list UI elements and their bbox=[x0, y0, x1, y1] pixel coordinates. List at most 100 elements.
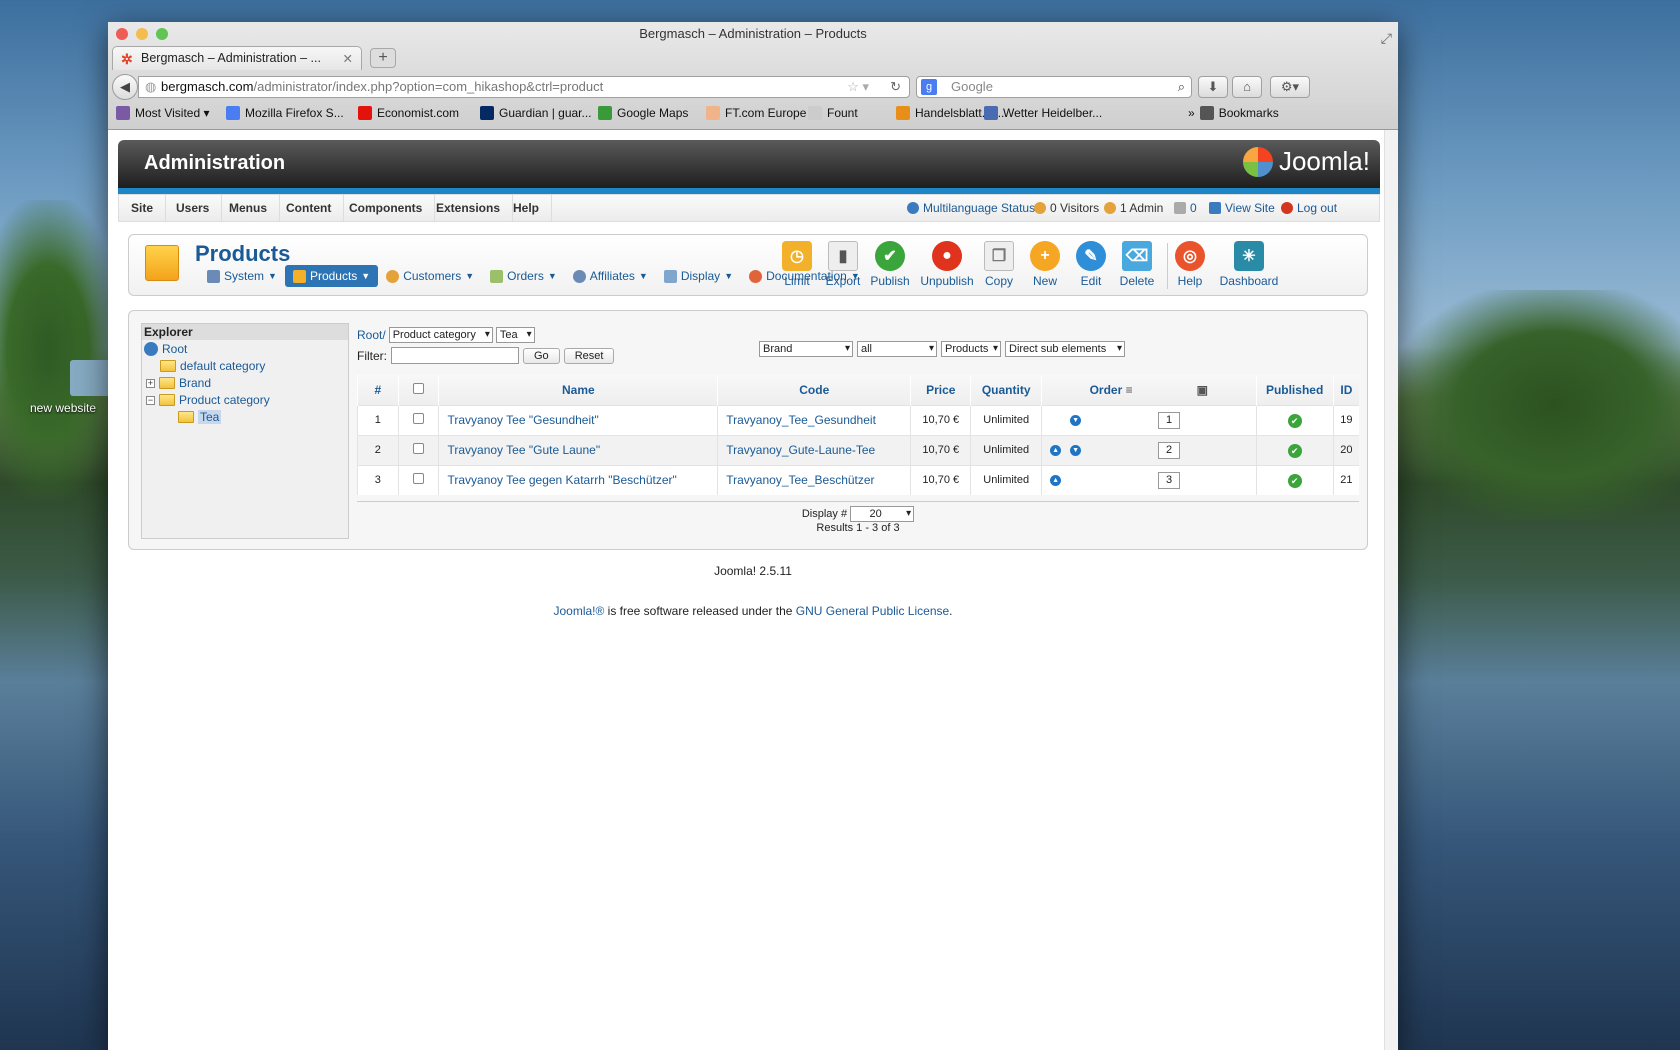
filter-input[interactable] bbox=[391, 347, 519, 364]
display-count-select[interactable]: 20 bbox=[850, 506, 915, 522]
col-quantity[interactable]: Quantity bbox=[970, 375, 1042, 405]
col-name[interactable]: Name bbox=[438, 375, 718, 405]
col-price[interactable]: Price bbox=[910, 375, 971, 405]
bookmark-item[interactable]: Wetter Heidelber... bbox=[984, 106, 1102, 120]
menu-site[interactable]: Site bbox=[119, 195, 167, 221]
product-code-link[interactable]: Travyanoy_Tee_Beschützer bbox=[717, 464, 911, 495]
search-box[interactable]: g Google ⌕ bbox=[916, 76, 1192, 98]
toolbar-help[interactable]: ◎ Help bbox=[1165, 241, 1215, 288]
move-down-icon[interactable]: ▼ bbox=[1070, 444, 1082, 456]
col-published[interactable]: Published bbox=[1255, 375, 1334, 405]
collapse-icon[interactable]: − bbox=[146, 395, 155, 405]
sort-icon[interactable]: ≡ bbox=[1126, 383, 1133, 397]
tools-menu-button[interactable]: ⚙▾ bbox=[1270, 76, 1310, 98]
order-input[interactable]: 2 bbox=[1158, 441, 1181, 459]
all-select[interactable]: all bbox=[857, 341, 937, 357]
tab-close-icon[interactable]: ✕ bbox=[343, 51, 353, 66]
move-up-icon[interactable]: ▲ bbox=[1050, 474, 1062, 486]
gpl-link[interactable]: GNU General Public License bbox=[796, 604, 949, 618]
back-button[interactable]: ◀ bbox=[112, 74, 138, 100]
product-name-link[interactable]: Travyanoy Tee "Gesundheit" bbox=[438, 404, 718, 435]
col-order[interactable]: Order ≡ ▣ bbox=[1041, 375, 1257, 405]
submenu-system[interactable]: System ▼ bbox=[199, 265, 285, 287]
page-scrollbar[interactable] bbox=[1384, 130, 1398, 1050]
select-all-checkbox[interactable] bbox=[413, 382, 425, 394]
logout-link[interactable]: Log out bbox=[1281, 195, 1337, 221]
multilanguage-status[interactable]: Multilanguage Status bbox=[907, 195, 1035, 221]
toolbar-new[interactable]: + New bbox=[1020, 241, 1070, 288]
save-order-icon[interactable]: ▣ bbox=[1197, 383, 1208, 397]
bookmarks-menu[interactable]: » Bookmarks bbox=[1188, 106, 1279, 120]
home-button[interactable]: ⌂ bbox=[1232, 76, 1262, 98]
published-check-icon[interactable]: ✔ bbox=[1287, 413, 1302, 428]
published-check-icon[interactable]: ✔ bbox=[1287, 473, 1302, 488]
submenu-affiliates[interactable]: Affiliates ▼ bbox=[565, 265, 656, 287]
minimize-window-button[interactable] bbox=[136, 28, 148, 40]
tree-node-product-category[interactable]: − Product category bbox=[146, 393, 270, 407]
toolbar-limit[interactable]: ◷ Limit bbox=[772, 241, 822, 288]
toolbar-dashboard[interactable]: ✳ Dashboard bbox=[1217, 241, 1281, 288]
site-identity-icon[interactable]: ◍ bbox=[145, 77, 156, 97]
menu-users[interactable]: Users bbox=[164, 195, 223, 221]
bookmark-star-icon[interactable]: ☆ ▾ bbox=[847, 77, 869, 97]
browser-tab[interactable]: ✲ Bergmasch – Administration – ... ✕ bbox=[112, 46, 362, 70]
row-checkbox[interactable] bbox=[413, 413, 425, 424]
menu-extensions[interactable]: Extensions bbox=[424, 195, 514, 221]
toolbar-delete[interactable]: ⌫ Delete bbox=[1112, 241, 1162, 288]
col-id[interactable]: ID bbox=[1332, 375, 1359, 405]
submenu-customers[interactable]: Customers ▼ bbox=[378, 265, 482, 287]
downloads-button[interactable]: ⬇ bbox=[1198, 76, 1228, 98]
menu-content[interactable]: Content bbox=[274, 195, 345, 221]
tree-node-root[interactable]: Root bbox=[144, 342, 187, 356]
toolbar-unpublish[interactable]: ● Unpublish bbox=[917, 241, 977, 288]
root-breadcrumb-link[interactable]: Root/ bbox=[357, 328, 386, 342]
google-engine-icon[interactable]: g bbox=[921, 79, 937, 95]
expand-icon[interactable]: + bbox=[146, 378, 155, 388]
published-check-icon[interactable]: ✔ bbox=[1287, 443, 1302, 458]
close-window-button[interactable] bbox=[116, 28, 128, 40]
product-code-link[interactable]: Travyanoy_Gute-Laune-Tee bbox=[717, 434, 911, 465]
tree-node-default-category[interactable]: default category bbox=[160, 359, 265, 373]
reload-icon[interactable]: ↻ bbox=[890, 77, 901, 97]
toolbar-edit[interactable]: ✎ Edit bbox=[1066, 241, 1116, 288]
order-input[interactable]: 3 bbox=[1158, 471, 1181, 489]
order-input[interactable]: 1 bbox=[1158, 411, 1181, 429]
messages-status[interactable]: 0 bbox=[1174, 195, 1197, 221]
reset-button[interactable]: Reset bbox=[563, 347, 615, 364]
desktop-folder-label[interactable]: new website bbox=[30, 401, 96, 415]
menu-menus[interactable]: Menus bbox=[217, 195, 281, 221]
menu-components[interactable]: Components bbox=[337, 195, 436, 221]
tree-node-tea[interactable]: Tea bbox=[178, 410, 222, 424]
joomla-link[interactable]: Joomla!® bbox=[553, 604, 604, 618]
product-name-link[interactable]: Travyanoy Tee gegen Katarrh "Beschützer" bbox=[438, 464, 718, 495]
bookmark-item[interactable]: Fount bbox=[808, 106, 858, 120]
category-select[interactable]: Product category bbox=[388, 327, 493, 343]
depth-select[interactable]: Direct sub elements bbox=[1005, 341, 1125, 357]
submenu-products[interactable]: Products ▼ bbox=[284, 265, 379, 287]
move-up-icon[interactable]: ▲ bbox=[1050, 444, 1062, 456]
submenu-display[interactable]: Display ▼ bbox=[656, 265, 741, 287]
bookmark-item[interactable]: Most Visited ▾ bbox=[116, 106, 210, 120]
product-name-link[interactable]: Travyanoy Tee "Gute Laune" bbox=[438, 434, 718, 465]
subcategory-select[interactable]: Tea bbox=[495, 327, 535, 343]
row-checkbox[interactable] bbox=[413, 443, 425, 454]
toolbar-publish[interactable]: ✔ Publish bbox=[865, 241, 915, 288]
col-code[interactable]: Code bbox=[717, 375, 911, 405]
toolbar-export[interactable]: ▮ Export bbox=[818, 241, 868, 288]
bookmark-item[interactable]: Economist.com bbox=[358, 106, 459, 120]
new-tab-button[interactable]: + bbox=[370, 48, 396, 68]
toolbar-copy[interactable]: ❐ Copy bbox=[974, 241, 1024, 288]
zoom-window-button[interactable] bbox=[156, 28, 168, 40]
view-site-link[interactable]: View Site bbox=[1209, 195, 1275, 221]
search-icon[interactable]: ⌕ bbox=[1178, 77, 1185, 97]
menu-help[interactable]: Help bbox=[501, 195, 553, 221]
product-code-link[interactable]: Travyanoy_Tee_Gesundheit bbox=[717, 404, 911, 435]
bookmark-item[interactable]: Guardian | guar... bbox=[480, 106, 592, 120]
address-bar[interactable]: ◍ bergmasch.com/administrator/index.php?… bbox=[138, 76, 910, 98]
products-select[interactable]: Products bbox=[941, 341, 1001, 357]
tree-node-brand[interactable]: + Brand bbox=[146, 376, 211, 390]
row-checkbox[interactable] bbox=[413, 473, 425, 485]
more-bookmarks-icon[interactable]: » bbox=[1188, 106, 1195, 120]
submenu-orders[interactable]: Orders ▼ bbox=[482, 265, 565, 287]
brand-select[interactable]: Brand bbox=[759, 341, 853, 357]
